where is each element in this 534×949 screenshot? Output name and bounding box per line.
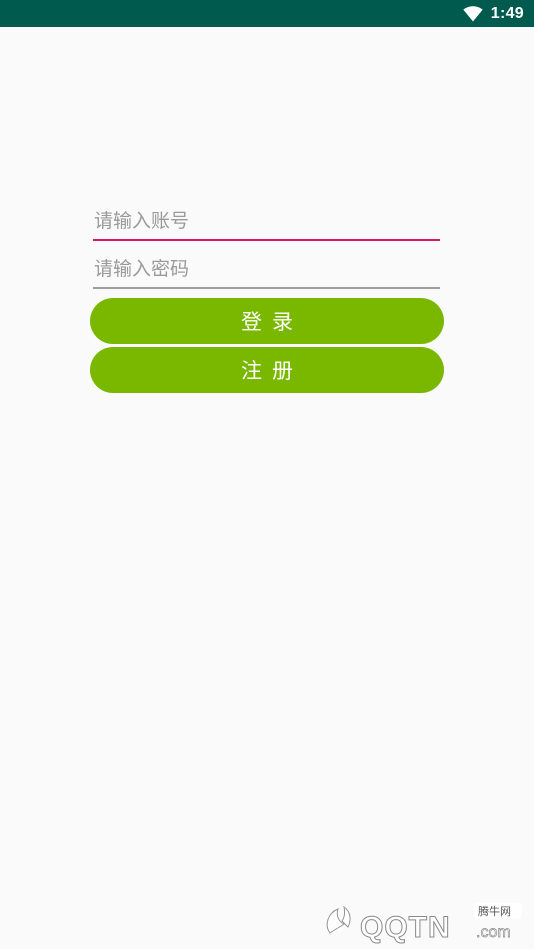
account-field <box>93 201 440 241</box>
status-bar: 1:49 <box>0 0 534 27</box>
account-underline <box>93 239 440 241</box>
password-input[interactable] <box>93 249 440 289</box>
watermark-badge: 腾牛网 <box>478 904 511 918</box>
register-button[interactable]: 注册 <box>90 347 444 393</box>
status-icons: 1:49 <box>463 0 524 27</box>
watermark-logo-text: QQTN <box>360 911 451 944</box>
clock: 1:49 <box>490 4 524 22</box>
wifi-icon <box>463 5 483 21</box>
watermark-domain-suffix: .com <box>476 924 511 941</box>
password-field <box>93 249 440 289</box>
password-underline <box>93 287 440 289</box>
login-button[interactable]: 登录 <box>90 298 444 344</box>
watermark-logo: QQTN .com 腾牛网 <box>316 899 526 945</box>
qqtn-logo-icon: QQTN .com 腾牛网 <box>326 903 522 945</box>
account-input[interactable] <box>93 201 440 241</box>
